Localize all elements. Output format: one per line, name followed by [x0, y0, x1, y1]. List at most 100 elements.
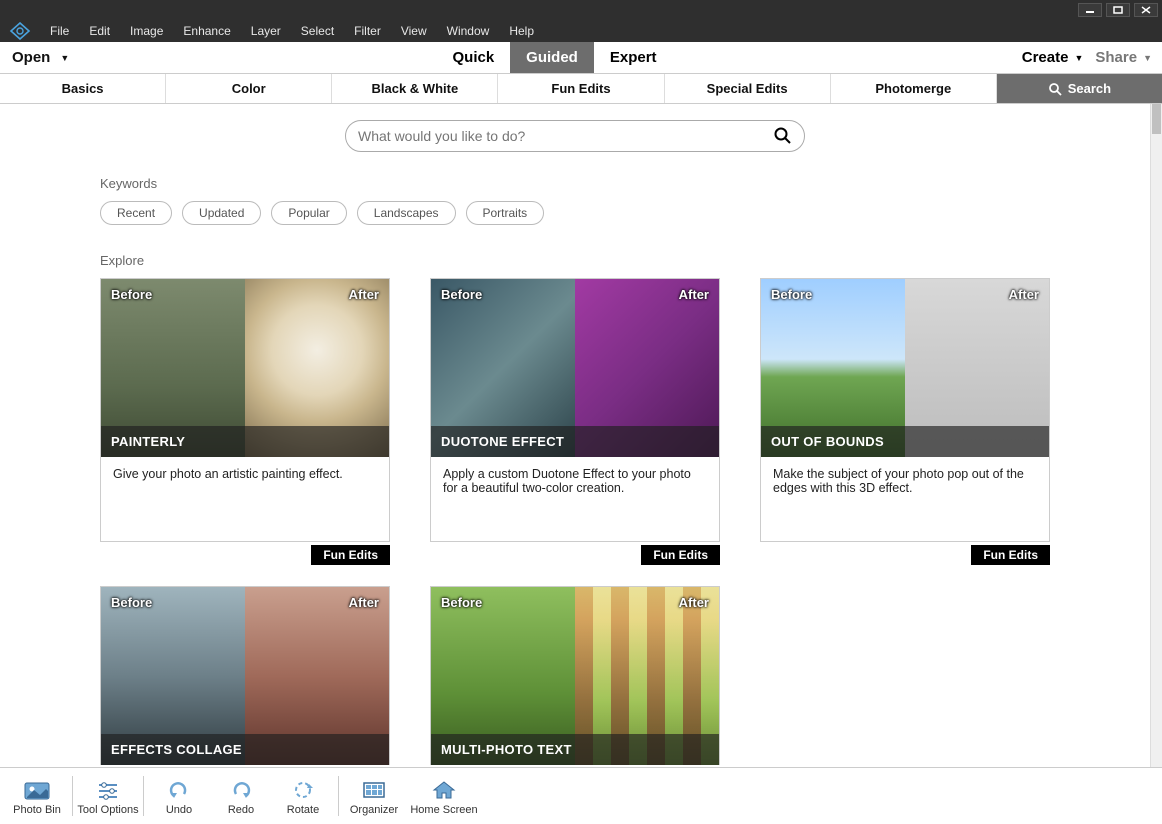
chevron-down-icon: ▼	[60, 53, 69, 63]
category-search[interactable]: Search	[997, 74, 1162, 103]
keyword-chip[interactable]: Portraits	[466, 201, 545, 225]
menu-edit[interactable]: Edit	[79, 24, 120, 38]
category-photomerge[interactable]: Photomerge	[831, 74, 997, 103]
create-label: Create	[1022, 49, 1069, 66]
mode-expert[interactable]: Expert	[594, 42, 673, 73]
card-image: Before After MULTI-PHOTO TEXT	[431, 587, 719, 765]
before-label: Before	[111, 287, 152, 302]
before-label: Before	[441, 595, 482, 610]
category-basics[interactable]: Basics	[0, 74, 166, 103]
after-label: After	[1009, 287, 1039, 302]
share-button[interactable]: Share ▼	[1095, 49, 1152, 66]
home-screen-button[interactable]: Home Screen	[405, 768, 483, 824]
search-icon	[774, 127, 792, 145]
card-image: Before After PAINTERLY	[101, 279, 389, 457]
keyword-chip[interactable]: Recent	[100, 201, 172, 225]
card-effects-collage[interactable]: Before After EFFECTS COLLAGE	[100, 586, 390, 765]
chevron-down-icon: ▼	[1074, 53, 1083, 63]
maximize-button[interactable]	[1106, 3, 1130, 17]
tool-options-label: Tool Options	[77, 804, 138, 816]
keyword-chip[interactable]: Landscapes	[357, 201, 456, 225]
photo-bin-button[interactable]: Photo Bin	[6, 768, 68, 824]
app-logo-icon	[6, 20, 34, 42]
search-tab-label: Search	[1068, 81, 1111, 96]
after-label: After	[349, 287, 379, 302]
card-image: Before After DUOTONE EFFECT	[431, 279, 719, 457]
separator	[72, 776, 73, 816]
category-bar: Basics Color Black & White Fun Edits Spe…	[0, 74, 1162, 104]
card-description: Give your photo an artistic painting eff…	[101, 457, 389, 541]
before-label: Before	[111, 595, 152, 610]
card-duotone[interactable]: Before After DUOTONE EFFECT Apply a cust…	[430, 278, 720, 542]
redo-button[interactable]: Redo	[210, 768, 272, 824]
menu-layer[interactable]: Layer	[241, 24, 291, 38]
separator	[143, 776, 144, 816]
menu-window[interactable]: Window	[437, 24, 500, 38]
card-out-of-bounds[interactable]: Before After OUT OF BOUNDS Make the subj…	[760, 278, 1050, 542]
create-button[interactable]: Create ▼	[1022, 49, 1084, 66]
card-title: OUT OF BOUNDS	[761, 426, 1049, 457]
home-icon	[432, 776, 456, 804]
menu-image[interactable]: Image	[120, 24, 173, 38]
rotate-icon	[291, 776, 315, 804]
open-button[interactable]: Open ▼	[0, 42, 87, 73]
open-label: Open	[12, 49, 50, 66]
menubar: File Edit Image Enhance Layer Select Fil…	[0, 20, 1162, 42]
minimize-button[interactable]	[1078, 3, 1102, 17]
menu-select[interactable]: Select	[291, 24, 344, 38]
undo-icon	[167, 776, 191, 804]
mode-guided[interactable]: Guided	[510, 42, 594, 73]
bottom-toolbar: Photo Bin Tool Options Undo Redo Rotate …	[0, 767, 1162, 823]
rotate-label: Rotate	[287, 804, 319, 816]
undo-button[interactable]: Undo	[148, 768, 210, 824]
card-title: EFFECTS COLLAGE	[101, 734, 389, 765]
mode-quick[interactable]: Quick	[436, 42, 510, 73]
menu-view[interactable]: View	[391, 24, 437, 38]
vertical-scrollbar[interactable]	[1150, 104, 1162, 767]
tool-options-button[interactable]: Tool Options	[77, 768, 139, 824]
organizer-button[interactable]: Organizer	[343, 768, 405, 824]
category-fun-edits[interactable]: Fun Edits	[498, 74, 664, 103]
card-tag: Fun Edits	[311, 545, 390, 565]
photo-bin-icon	[24, 776, 50, 804]
after-label: After	[349, 595, 379, 610]
tool-options-icon	[96, 776, 120, 804]
card-image: Before After EFFECTS COLLAGE	[101, 587, 389, 765]
search-icon	[1048, 82, 1062, 96]
separator	[338, 776, 339, 816]
photo-bin-label: Photo Bin	[13, 804, 61, 816]
explore-heading: Explore	[100, 253, 1050, 268]
card-title: MULTI-PHOTO TEXT	[431, 734, 719, 765]
after-label: After	[679, 595, 709, 610]
keyword-chip[interactable]: Popular	[271, 201, 346, 225]
keyword-chip[interactable]: Updated	[182, 201, 261, 225]
menu-enhance[interactable]: Enhance	[173, 24, 240, 38]
card-title: PAINTERLY	[101, 426, 389, 457]
card-tag: Fun Edits	[641, 545, 720, 565]
undo-label: Undo	[166, 804, 192, 816]
menu-filter[interactable]: Filter	[344, 24, 391, 38]
redo-icon	[229, 776, 253, 804]
search-field[interactable]	[345, 120, 805, 152]
chevron-down-icon: ▼	[1143, 53, 1152, 63]
organizer-icon	[362, 776, 386, 804]
menu-help[interactable]: Help	[499, 24, 544, 38]
category-color[interactable]: Color	[166, 74, 332, 103]
card-description: Apply a custom Duotone Effect to your ph…	[431, 457, 719, 541]
category-special-edits[interactable]: Special Edits	[665, 74, 831, 103]
keywords-heading: Keywords	[100, 176, 1050, 191]
scrollbar-thumb[interactable]	[1152, 104, 1161, 134]
menu-file[interactable]: File	[40, 24, 79, 38]
card-multi-photo-text[interactable]: Before After MULTI-PHOTO TEXT	[430, 586, 720, 765]
search-input[interactable]	[358, 128, 774, 144]
card-title: DUOTONE EFFECT	[431, 426, 719, 457]
titlebar	[0, 0, 1162, 20]
card-painterly[interactable]: Before After PAINTERLY Give your photo a…	[100, 278, 390, 542]
main-content: Keywords Recent Updated Popular Landscap…	[0, 104, 1150, 767]
rotate-button[interactable]: Rotate	[272, 768, 334, 824]
mode-toolbar: Open ▼ Quick Guided Expert Create ▼ Shar…	[0, 42, 1162, 74]
before-label: Before	[441, 287, 482, 302]
category-bw[interactable]: Black & White	[332, 74, 498, 103]
close-button[interactable]	[1134, 3, 1158, 17]
card-description: Make the subject of your photo pop out o…	[761, 457, 1049, 541]
